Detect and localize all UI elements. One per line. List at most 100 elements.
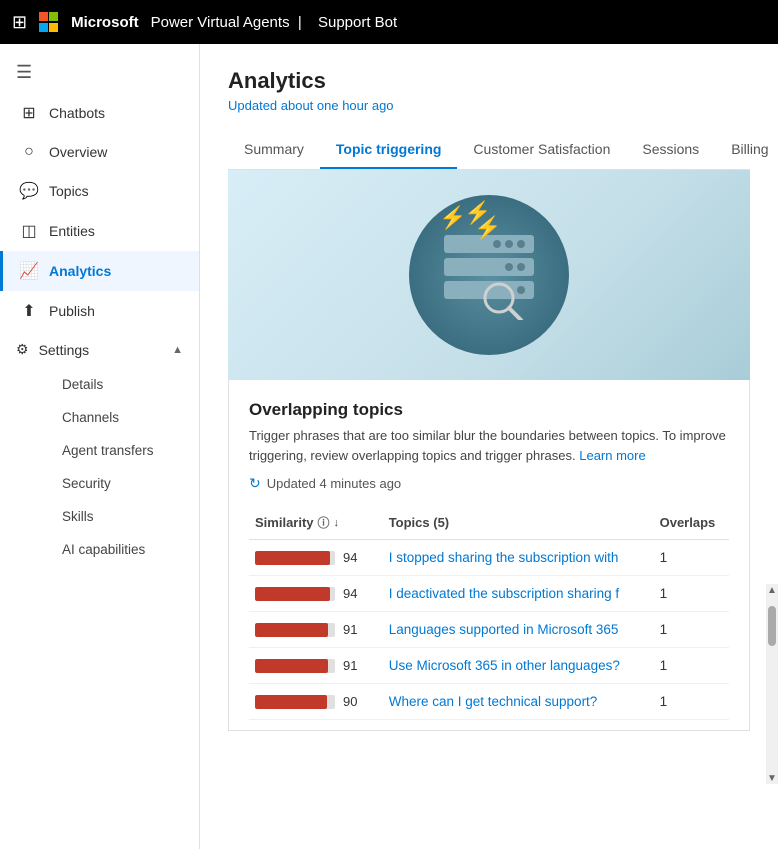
sidebar-label-entities: Entities xyxy=(49,223,95,239)
sidebar-item-agent-transfers[interactable]: Agent transfers xyxy=(46,434,199,467)
topic-cell-0[interactable]: I stopped sharing the subscription with xyxy=(383,540,654,576)
content-area: Overlapping topics Trigger phrases that … xyxy=(228,380,750,731)
similarity-value: 90 xyxy=(343,694,363,709)
grid-icon[interactable]: ⊞ xyxy=(12,12,27,33)
similarity-value: 91 xyxy=(343,622,363,637)
sidebar-label-analytics: Analytics xyxy=(49,263,111,279)
sidebar-item-security[interactable]: Security xyxy=(46,467,199,500)
similarity-bar-bg xyxy=(255,659,335,673)
tab-summary[interactable]: Summary xyxy=(228,131,320,169)
tab-sessions[interactable]: Sessions xyxy=(626,131,715,169)
sidebar-item-settings[interactable]: ⚙ Settings ▲ xyxy=(0,331,199,368)
overlaps-cell-1: 1 xyxy=(654,576,729,612)
table-row[interactable]: 94 I deactivated the subscription sharin… xyxy=(249,576,729,612)
chevron-up-icon: ▲ xyxy=(172,344,183,356)
tab-customer-satisfaction[interactable]: Customer Satisfaction xyxy=(457,131,626,169)
similarity-bar xyxy=(255,659,328,673)
similarity-info-icon[interactable]: ⓘ xyxy=(318,514,330,531)
col-topics-header: Topics (5) xyxy=(383,506,654,540)
similarity-cell-0: 94 xyxy=(249,540,383,576)
server-svg xyxy=(439,230,539,320)
topbar: ⊞ Microsoft Power Virtual Agents | Suppo… xyxy=(0,0,778,44)
hamburger-menu[interactable]: ☰ xyxy=(0,52,199,93)
table-row[interactable]: 91 Languages supported in Microsoft 3651 xyxy=(249,612,729,648)
tab-topic-triggering[interactable]: Topic triggering xyxy=(320,131,458,169)
updated-label: Updated 4 minutes ago xyxy=(267,476,401,491)
similarity-value: 94 xyxy=(343,586,363,601)
app-name: Power Virtual Agents | xyxy=(151,14,306,31)
circle-bg: ⚡ ⚡ ⚡ xyxy=(409,195,569,355)
sidebar-item-overview[interactable]: ○ Overview xyxy=(0,133,199,171)
scroll-thumb[interactable] xyxy=(768,606,776,646)
similarity-value: 94 xyxy=(343,550,363,565)
col-overlaps-header: Overlaps xyxy=(654,506,729,540)
lightning-icon-3: ⚡ xyxy=(474,215,501,241)
page-subtitle: Updated about one hour ago xyxy=(228,98,750,113)
updated-row: ↻ Updated 4 minutes ago xyxy=(249,475,729,492)
similarity-cell-1: 94 xyxy=(249,576,383,612)
topics-icon: 💬 xyxy=(19,181,39,201)
publish-icon: ⬆ xyxy=(19,301,39,321)
topic-cell-3[interactable]: Use Microsoft 365 in other languages? xyxy=(383,648,654,684)
sidebar-item-topics[interactable]: 💬 Topics xyxy=(0,171,199,211)
topic-cell-1[interactable]: I deactivated the subscription sharing f xyxy=(383,576,654,612)
similarity-bar xyxy=(255,551,330,565)
overlaps-cell-3: 1 xyxy=(654,648,729,684)
main-content: Analytics Updated about one hour ago Sum… xyxy=(200,44,778,849)
table-row[interactable]: 90 Where can I get technical support?1 xyxy=(249,684,729,720)
sidebar-item-entities[interactable]: ◫ Entities xyxy=(0,211,199,251)
settings-icon: ⚙ xyxy=(16,341,29,358)
similarity-bar-bg xyxy=(255,551,335,565)
learn-more-link[interactable]: Learn more xyxy=(579,448,645,463)
col-similarity-header: Similarity ⓘ ↓ xyxy=(249,506,383,540)
section-description: Trigger phrases that are too similar blu… xyxy=(249,426,729,465)
chatbots-icon: ⊞ xyxy=(19,103,39,123)
overlaps-cell-4: 1 xyxy=(654,684,729,720)
similarity-bar-bg xyxy=(255,623,335,637)
similarity-bar-bg xyxy=(255,587,335,601)
entities-icon: ◫ xyxy=(19,221,39,241)
sidebar: ☰ ⊞ Chatbots ○ Overview 💬 Topics ◫ Entit… xyxy=(0,44,200,849)
sidebar-item-skills[interactable]: Skills xyxy=(46,500,199,533)
table-row[interactable]: 94 I stopped sharing the subscription wi… xyxy=(249,540,729,576)
sidebar-item-channels[interactable]: Channels xyxy=(46,401,199,434)
sidebar-label-topics: Topics xyxy=(49,183,89,199)
sidebar-label-settings: Settings xyxy=(39,342,90,358)
section-desc-text: Trigger phrases that are too similar blu… xyxy=(249,428,726,463)
analytics-icon: 📈 xyxy=(19,261,39,281)
similarity-bar xyxy=(255,587,330,601)
similarity-bar-bg xyxy=(255,695,335,709)
microsoft-logo xyxy=(39,12,59,32)
similarity-value: 91 xyxy=(343,658,363,673)
similarity-sort-icon[interactable]: ↓ xyxy=(334,517,340,529)
similarity-cell-4: 90 xyxy=(249,684,383,720)
topic-illustration: ⚡ ⚡ ⚡ xyxy=(228,170,750,380)
sidebar-item-details[interactable]: Details xyxy=(46,368,199,401)
microsoft-brand: Microsoft xyxy=(71,14,139,31)
topic-cell-4[interactable]: Where can I get technical support? xyxy=(383,684,654,720)
overlapping-topics-table: Similarity ⓘ ↓ Topics (5) Overlaps xyxy=(249,506,729,720)
settings-submenu: Details Channels Agent transfers Securit… xyxy=(0,368,199,566)
refresh-icon: ↻ xyxy=(249,475,261,492)
section-title: Overlapping topics xyxy=(249,400,729,420)
sidebar-item-ai-capabilities[interactable]: AI capabilities xyxy=(46,533,199,566)
sidebar-item-publish[interactable]: ⬆ Publish xyxy=(0,291,199,331)
topic-cell-2[interactable]: Languages supported in Microsoft 365 xyxy=(383,612,654,648)
similarity-bar xyxy=(255,623,328,637)
overlaps-cell-0: 1 xyxy=(654,540,729,576)
table-row[interactable]: 91 Use Microsoft 365 in other languages?… xyxy=(249,648,729,684)
scroll-up-arrow[interactable]: ▲ xyxy=(766,584,778,596)
scrollbar[interactable]: ▲ ▼ xyxy=(766,584,778,784)
tab-billing[interactable]: Billing xyxy=(715,131,778,169)
lightning-icon-1: ⚡ xyxy=(439,205,466,231)
sidebar-label-publish: Publish xyxy=(49,303,95,319)
scroll-down-arrow[interactable]: ▼ xyxy=(766,772,778,784)
overview-icon: ○ xyxy=(19,143,39,161)
similarity-bar xyxy=(255,695,327,709)
overlaps-cell-2: 1 xyxy=(654,612,729,648)
similarity-cell-3: 91 xyxy=(249,648,383,684)
bot-name: Support Bot xyxy=(318,14,397,31)
sidebar-item-analytics[interactable]: 📈 Analytics xyxy=(0,251,199,291)
sidebar-label-overview: Overview xyxy=(49,144,107,160)
sidebar-item-chatbots[interactable]: ⊞ Chatbots xyxy=(0,93,199,133)
